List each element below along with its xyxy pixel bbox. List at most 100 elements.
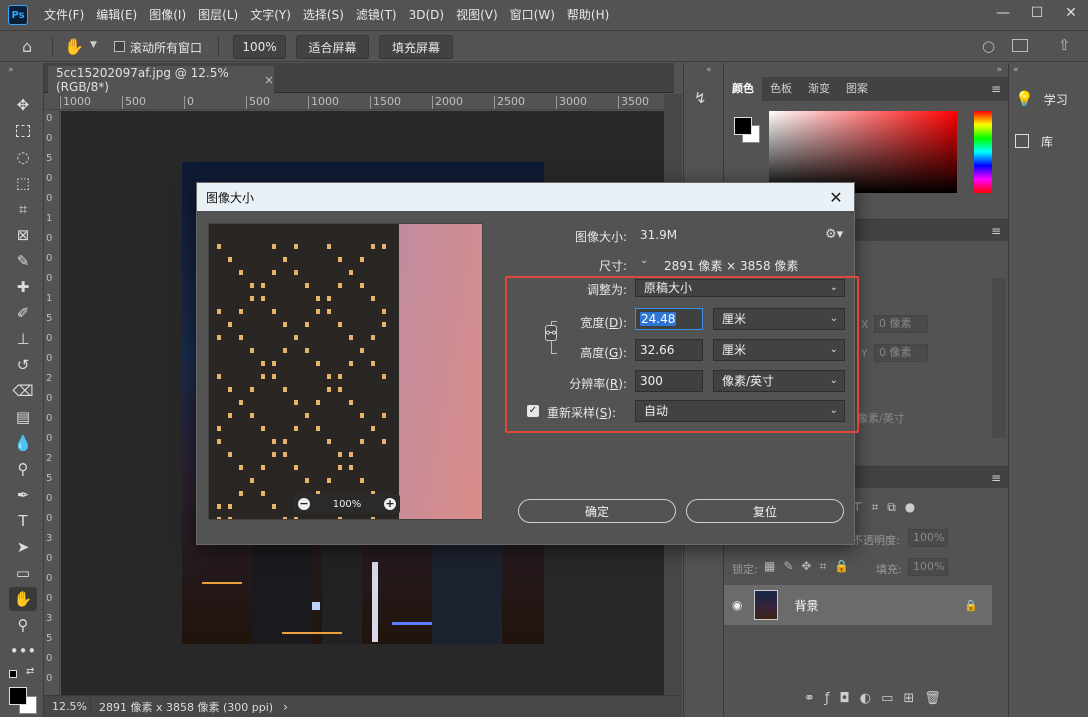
tab-patterns[interactable]: 图案 xyxy=(838,77,876,101)
rectangle-tool-icon[interactable]: ▭ xyxy=(9,561,37,585)
menu-filter[interactable]: 滤镜(T) xyxy=(350,0,403,30)
tab-color[interactable]: 颜色 xyxy=(724,77,762,101)
close-icon[interactable]: ✕ xyxy=(826,187,846,207)
share-icon[interactable]: ⇧ xyxy=(1058,36,1071,54)
clone-stamp-tool-icon[interactable]: ⊥ xyxy=(9,327,37,351)
workspace-icon[interactable] xyxy=(1012,39,1028,52)
height-unit-select[interactable]: 厘米 ⌄ xyxy=(713,339,845,361)
zoom-in-icon[interactable]: + xyxy=(384,498,396,510)
frame-tool-icon[interactable]: ⊠ xyxy=(9,223,37,247)
reset-button[interactable]: 复位 xyxy=(686,499,844,523)
search-icon[interactable]: ○ xyxy=(982,37,995,55)
panel-menu-icon[interactable]: ≡ xyxy=(991,224,1001,238)
status-arrow-icon[interactable]: › xyxy=(283,700,288,714)
quick-select-tool-icon[interactable]: ⬚ xyxy=(9,171,37,195)
layer-row[interactable]: ◉ 背景 🔒 xyxy=(724,585,992,625)
scroll-all-checkbox[interactable] xyxy=(114,41,125,52)
move-tool-icon[interactable]: ✥ xyxy=(9,93,37,117)
expand-panels-icon[interactable]: » xyxy=(996,65,1002,75)
zoom-level[interactable]: 12.5% xyxy=(44,700,90,713)
lock-icons[interactable]: ▦✎✥⌗🔒 xyxy=(764,559,857,574)
document-tab[interactable]: 5cc15202097af.jpg @ 12.5%(RGB/8*) × xyxy=(48,66,274,94)
menu-edit[interactable]: 编辑(E) xyxy=(90,0,143,30)
resample-checkbox[interactable]: ✓ xyxy=(527,405,539,417)
x-field[interactable]: 0 像素 xyxy=(874,315,928,333)
foreground-color-swatch[interactable] xyxy=(9,687,27,705)
close-tab-icon[interactable]: × xyxy=(264,73,274,87)
ruler-label: 1000 xyxy=(308,96,339,109)
path-selection-tool-icon[interactable]: ➤ xyxy=(9,535,37,559)
hand-tool-icon[interactable]: ✋ xyxy=(64,37,84,56)
ok-button[interactable]: 确定 xyxy=(518,499,676,523)
resample-select[interactable]: 自动 ⌄ xyxy=(635,400,845,422)
building-window xyxy=(316,309,320,314)
library-panel-button[interactable]: 库 xyxy=(1015,127,1083,155)
pen-tool-icon[interactable]: ✒ xyxy=(9,483,37,507)
image-preview[interactable]: − 100% + xyxy=(208,223,483,520)
menu-image[interactable]: 图像(I) xyxy=(143,0,192,30)
type-tool-icon[interactable]: T xyxy=(9,509,37,533)
zoom-out-icon[interactable]: − xyxy=(298,498,310,510)
tab-swatches[interactable]: 色板 xyxy=(762,77,800,101)
layer-name[interactable]: 背景 xyxy=(794,597,818,614)
minimize-icon[interactable]: — xyxy=(986,0,1020,26)
panel-foreground-swatch[interactable] xyxy=(734,117,752,135)
marquee-tool-icon[interactable] xyxy=(9,119,37,143)
maximize-icon[interactable]: ☐ xyxy=(1020,0,1054,26)
menu-file[interactable]: 文件(F) xyxy=(38,0,90,30)
tab-gradients[interactable]: 渐变 xyxy=(800,77,838,101)
chevron-down-icon[interactable]: ▼ xyxy=(90,40,97,50)
menu-type[interactable]: 文字(Y) xyxy=(244,0,297,30)
history-panel-icon[interactable]: ↯ xyxy=(694,89,707,107)
ruler-label: 3 xyxy=(46,613,53,624)
more-tools-icon[interactable]: ••• xyxy=(9,639,37,663)
eye-icon[interactable]: ◉ xyxy=(732,598,742,612)
home-icon[interactable]: ⌂ xyxy=(22,37,32,56)
eyedropper-tool-icon[interactable]: ✎ xyxy=(9,249,37,273)
menu-help[interactable]: 帮助(H) xyxy=(561,0,615,30)
collapse-panels-icon[interactable]: « xyxy=(706,65,712,75)
y-field[interactable]: 0 像素 xyxy=(874,344,928,362)
swap-colors-icon[interactable]: ⇄ xyxy=(26,666,34,677)
learn-panel-button[interactable]: 💡 学习 xyxy=(1015,85,1083,113)
opacity-field[interactable]: 100% xyxy=(908,529,948,547)
eraser-tool-icon[interactable]: ⌫ xyxy=(9,379,37,403)
properties-scrollbar[interactable] xyxy=(992,278,1006,438)
gear-icon[interactable]: ⚙▾ xyxy=(825,227,843,242)
resolution-input[interactable]: 300 xyxy=(635,370,703,392)
color-picker-field[interactable] xyxy=(769,111,957,193)
chevron-down-icon[interactable]: ⌄ xyxy=(640,255,648,266)
history-brush-tool-icon[interactable]: ↺ xyxy=(9,353,37,377)
brush-tool-icon[interactable]: ✐ xyxy=(9,301,37,325)
zoom-100-button[interactable]: 100% xyxy=(233,35,286,59)
collapse-icon[interactable]: » xyxy=(8,65,14,75)
fit-to-select[interactable]: 原稿大小 ⌄ xyxy=(635,279,845,297)
panel-menu-icon[interactable]: ≡ xyxy=(991,82,1001,96)
fit-to-label: 调整为: xyxy=(586,283,627,297)
blur-tool-icon[interactable]: 💧 xyxy=(9,431,37,455)
lasso-tool-icon[interactable]: ◌ xyxy=(9,145,37,169)
zoom-tool-icon[interactable]: ⚲ xyxy=(9,613,37,637)
menu-window[interactable]: 窗口(W) xyxy=(504,0,561,30)
fill-screen-button[interactable]: 填充屏幕 xyxy=(379,35,453,59)
dodge-tool-icon[interactable]: ⚲ xyxy=(9,457,37,481)
resolution-unit-select[interactable]: 像素/英寸 ⌄ xyxy=(713,370,845,392)
panel-menu-icon[interactable]: ≡ xyxy=(991,471,1001,485)
crop-tool-icon[interactable]: ⌗ xyxy=(9,197,37,221)
hand-tool-icon[interactable]: ✋ xyxy=(9,587,37,611)
menu-3d[interactable]: 3D(D) xyxy=(403,0,450,30)
default-colors-icon[interactable] xyxy=(9,670,17,678)
width-unit-select[interactable]: 厘米 ⌄ xyxy=(713,308,845,330)
close-icon[interactable]: ✕ xyxy=(1054,0,1088,26)
healing-brush-tool-icon[interactable]: ✚ xyxy=(9,275,37,299)
collapse-icon[interactable]: « xyxy=(1013,65,1019,75)
menu-layer[interactable]: 图层(L) xyxy=(192,0,244,30)
fill-field[interactable]: 100% xyxy=(908,558,948,576)
fit-screen-button[interactable]: 适合屏幕 xyxy=(296,35,369,59)
width-input[interactable]: 24.48 xyxy=(635,308,703,330)
menu-view[interactable]: 视图(V) xyxy=(450,0,504,30)
height-input[interactable]: 32.66 xyxy=(635,339,703,361)
hue-slider[interactable] xyxy=(974,111,992,193)
menu-select[interactable]: 选择(S) xyxy=(297,0,350,30)
gradient-tool-icon[interactable]: ▤ xyxy=(9,405,37,429)
